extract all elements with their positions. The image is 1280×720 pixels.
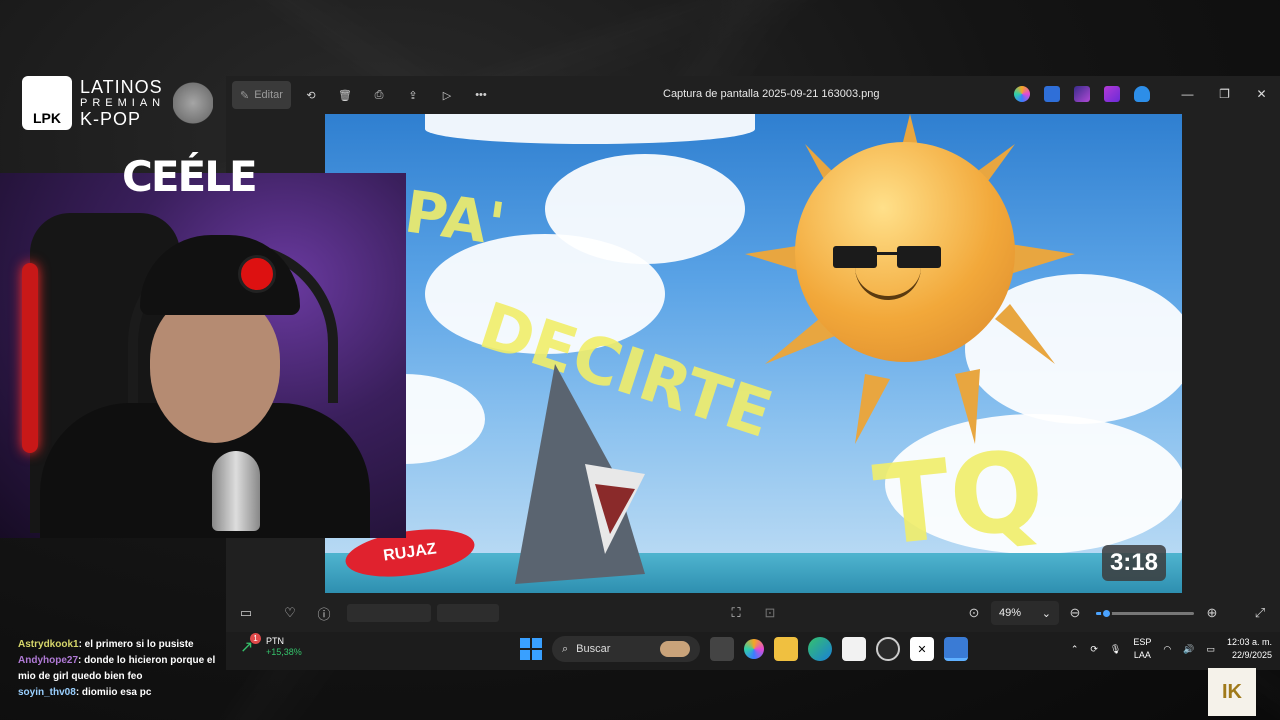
edit-button[interactable]: ✎ Editar (232, 81, 291, 109)
fit-to-window-icon[interactable]: ⛶ (725, 602, 747, 624)
chat-user: Astrydkook1 (18, 639, 79, 650)
latin-america-map-icon (173, 76, 214, 130)
battery-icon[interactable]: ▭ (1206, 644, 1215, 655)
delete-icon[interactable]: 🗑 (331, 81, 359, 109)
stock-widget[interactable]: ↗ 1 PTN +15,38% (240, 633, 302, 658)
chat-message: soyin_thv08: diomiio esa pc (18, 685, 218, 701)
photos-app-icon[interactable] (944, 637, 968, 661)
task-view-icon[interactable] (710, 637, 734, 661)
logo-line1: LATINOS (80, 77, 163, 97)
chevron-down-icon: ⌄ (1041, 607, 1051, 620)
stock-chart-icon: ↗ 1 (240, 633, 261, 657)
webcam-overlay (0, 173, 406, 538)
screen-icon[interactable]: ⊙ (963, 602, 985, 624)
system-tray: ⌃ ⟳ 🎙 ESP LAA ◠ 🔊 ▭ 12:03 a. m. 22/9/202… (1071, 636, 1272, 662)
file-title: Captura de pantalla 2025-09-21 163003.pn… (663, 88, 880, 100)
share-icon[interactable]: ⇪ (399, 81, 427, 109)
filmstrip-icon[interactable]: ▭ (235, 602, 257, 624)
search-icon: ⌕ (562, 642, 569, 655)
clipchamp-icon[interactable] (1074, 86, 1090, 102)
lang-line2: LAA (1133, 650, 1151, 660)
zoom-out-icon[interactable]: ⊖ (1064, 602, 1086, 624)
stock-name: PTN (266, 636, 284, 646)
edit-label: Editar (254, 89, 283, 101)
favorite-icon[interactable]: ♡ (279, 602, 301, 624)
zoom-slider[interactable] (1096, 608, 1194, 619)
edit-icon: ✎ (240, 89, 250, 102)
placeholder-bar (437, 604, 499, 622)
restore-icon[interactable]: ❐ (1206, 80, 1243, 108)
chat-text: : diomiio esa pc (75, 687, 152, 698)
microphone (212, 451, 260, 531)
zoom-in-icon[interactable]: ⊕ (1201, 602, 1223, 624)
corner-logo: IK (1208, 668, 1256, 716)
windows-taskbar: ↗ 1 PTN +15,38% ⌕ Buscar ✕ ⌃ ⟳ 🎙 ESP LAA … (226, 632, 1280, 670)
close-icon[interactable]: ✕ (1243, 80, 1280, 108)
clock[interactable]: 12:03 a. m. 22/9/2025 (1227, 636, 1272, 662)
placeholder-bar (347, 604, 431, 622)
chair-light (22, 263, 38, 453)
start-icon[interactable] (520, 638, 542, 660)
taskbar-search[interactable]: ⌕ Buscar (552, 636, 700, 662)
lang-line1: ESP (1133, 637, 1152, 647)
chat-message: Astrydkook1: el primero si lo pusiste (18, 637, 218, 653)
chevron-up-icon[interactable]: ⌃ (1071, 644, 1079, 655)
stream-chat: Astrydkook1: el primero si lo pusiste An… (18, 637, 218, 701)
lpk-logo-mark: LPK (22, 76, 72, 130)
volume-icon[interactable]: 🔊 (1183, 644, 1194, 655)
microphone-icon[interactable]: 🎙 (1110, 644, 1121, 655)
rotate-icon[interactable]: ⟲ (297, 81, 325, 109)
fullscreen-icon[interactable]: ⤢ (1249, 602, 1271, 624)
file-explorer-icon[interactable] (774, 637, 798, 661)
search-highlight-icon (660, 641, 690, 657)
copilot-taskbar-icon[interactable] (744, 639, 764, 659)
image-text-pa: PA' (400, 177, 510, 259)
displayed-image: PA' DECIRTE TQ RUJAZ 3:18 (325, 114, 1182, 593)
capcut-icon[interactable]: ✕ (910, 637, 934, 661)
clock-time: 12:03 a. m. (1226, 637, 1272, 647)
stock-badge: 1 (250, 633, 261, 644)
shark (515, 364, 645, 584)
cap-logo (238, 255, 276, 293)
actual-size-icon[interactable]: ⊡ (759, 602, 781, 624)
viewer-bottom-bar: ▭ ♡ ⓘ ⛶ ⊡ ⊙ 49% ⌄ ⊖ ⊕ ⤢ (226, 601, 1280, 625)
video-duration-badge: 3:18 (1101, 545, 1166, 581)
app-shortcuts (1014, 86, 1150, 102)
channel-logo: LPK LATINOS PREMIAN K-POP (22, 76, 214, 130)
viewer-toolbar: ✎ Editar ⟲ 🗑 ⎙ ⇪ ▷ ••• Captura de pantal… (226, 76, 1280, 114)
stock-change: +15,38% (266, 647, 302, 657)
chat-user: Andyhope27 (18, 655, 79, 666)
zoom-dropdown[interactable]: 49% ⌄ (991, 601, 1059, 625)
logo-text: LATINOS PREMIAN K-POP (80, 77, 165, 129)
zoom-value: 49% (999, 607, 1022, 619)
image-text-tq: TQ (868, 425, 1050, 571)
chat-text: : el primero si lo pusiste (78, 639, 194, 650)
zoom-slider-thumb[interactable] (1100, 608, 1112, 619)
obs-icon[interactable] (876, 637, 900, 661)
copilot-icon[interactable] (1014, 86, 1030, 102)
window-controls: — ❐ ✕ (1169, 80, 1280, 108)
designer-icon[interactable] (1044, 86, 1060, 102)
chat-message: Andyhope27: donde lo hicieron porque el … (18, 653, 218, 685)
logo-line3: K-POP (80, 109, 142, 129)
logo-line2: PREMIAN (80, 97, 166, 109)
search-placeholder: Buscar (576, 643, 611, 655)
cloud (425, 114, 755, 144)
language-indicator[interactable]: ESP LAA (1133, 636, 1151, 662)
clock-date: 22/9/2025 (1231, 650, 1272, 660)
sync-icon[interactable]: ⟳ (1090, 644, 1098, 655)
print-icon[interactable]: ⎙ (365, 81, 393, 109)
slideshow-icon[interactable]: ▷ (433, 81, 461, 109)
chat-user: soyin_thv08 (18, 687, 76, 698)
streamer-name-logo: CEÉLE (122, 152, 258, 201)
onedrive-icon[interactable] (1134, 86, 1150, 102)
more-options-icon[interactable]: ••• (467, 81, 495, 109)
photo-editor-icon[interactable] (1104, 86, 1120, 102)
edge-icon[interactable] (808, 637, 832, 661)
wifi-icon[interactable]: ◠ (1163, 644, 1171, 655)
store-icon[interactable] (842, 637, 866, 661)
taskbar-apps: ⌕ Buscar ✕ (520, 636, 968, 662)
info-icon[interactable]: ⓘ (313, 602, 335, 624)
minimize-icon[interactable]: — (1169, 80, 1206, 108)
